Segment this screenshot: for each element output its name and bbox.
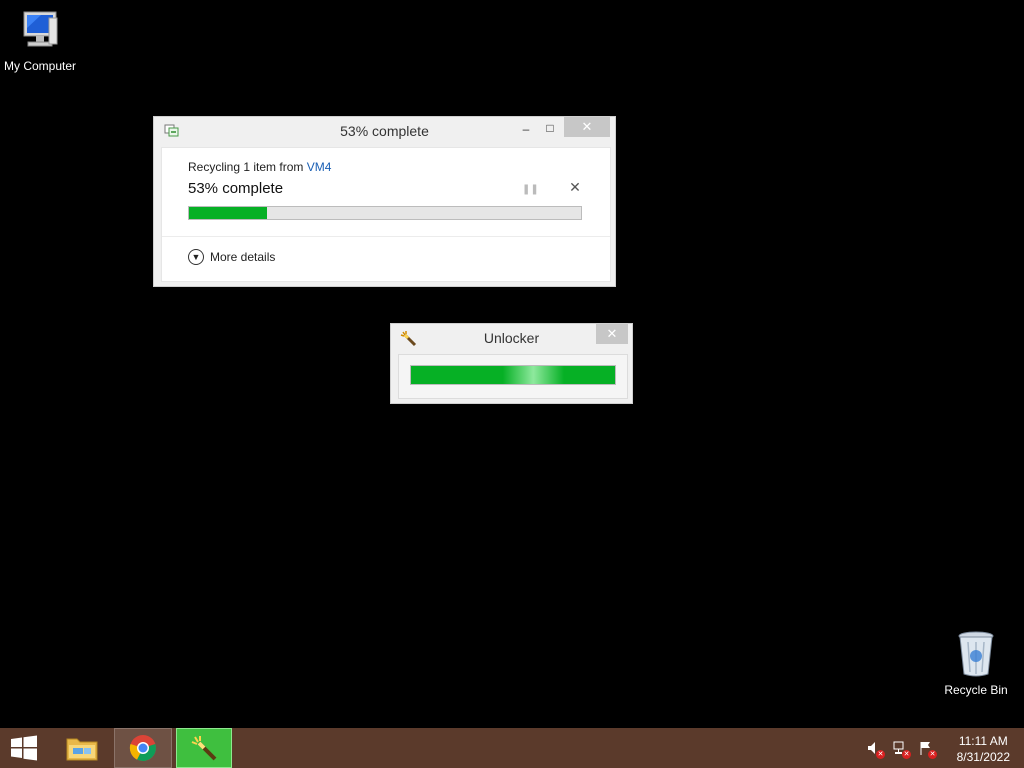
network-icon[interactable]: ✕ bbox=[892, 740, 911, 759]
maximize-button[interactable]: □ bbox=[540, 118, 560, 138]
marquee-progress-bar bbox=[410, 365, 616, 385]
taskbar-chrome[interactable] bbox=[114, 728, 172, 768]
desktop-icon-label: My Computer bbox=[3, 59, 77, 73]
progress-bar bbox=[188, 206, 582, 220]
progress-content: Recycling 1 item from VM4 53% complete ❚… bbox=[161, 147, 611, 282]
monitor-icon bbox=[23, 11, 58, 47]
start-button[interactable] bbox=[0, 728, 48, 768]
desktop-icon-label: Recycle Bin bbox=[944, 683, 1008, 697]
folder-icon bbox=[66, 738, 98, 761]
taskbar: ✕ ✕ ✕ 11:11 AM 8/31/2022 bbox=[0, 728, 1024, 768]
chevron-down-icon: ▼ bbox=[188, 249, 204, 265]
progress-bar-fill bbox=[189, 207, 268, 219]
taskbar-file-explorer[interactable] bbox=[56, 728, 108, 768]
close-button[interactable]: ✕ bbox=[564, 117, 610, 137]
chrome-icon bbox=[129, 735, 156, 762]
source-location-link[interactable]: VM4 bbox=[307, 160, 332, 174]
operation-description: Recycling 1 item from VM4 bbox=[188, 160, 331, 174]
desktop-icon-recycle-bin[interactable]: Recycle Bin bbox=[936, 630, 1016, 697]
system-tray: ✕ ✕ ✕ bbox=[866, 728, 937, 768]
divider bbox=[162, 236, 610, 237]
minimize-button[interactable]: – bbox=[516, 119, 536, 139]
speaker-muted-icon[interactable]: ✕ bbox=[866, 740, 885, 759]
action-center-flag-icon[interactable]: ✕ bbox=[918, 740, 937, 759]
desktop: My Computer Recycle Bin 53% complete – □… bbox=[0, 0, 1024, 728]
unlocker-content bbox=[398, 354, 628, 399]
recycle-progress-dialog: 53% complete – □ ✕ Recycling 1 item from… bbox=[153, 116, 616, 287]
title-bar[interactable]: 53% complete – □ ✕ bbox=[154, 117, 615, 145]
taskbar-clock[interactable]: 11:11 AM 8/31/2022 bbox=[957, 733, 1010, 765]
windows-logo-icon bbox=[11, 735, 37, 761]
unlocker-window: Unlocker ✕ bbox=[390, 323, 633, 404]
marquee-progress-fill bbox=[411, 366, 615, 384]
pause-icon[interactable]: ❚❚ bbox=[522, 184, 539, 195]
more-details-toggle[interactable]: ▼ More details bbox=[188, 249, 275, 265]
clock-date: 8/31/2022 bbox=[956, 750, 1010, 764]
desktop-icon-my-computer[interactable]: My Computer bbox=[0, 8, 80, 73]
recycle-bin-icon bbox=[958, 631, 994, 677]
taskbar-unlocker[interactable] bbox=[176, 728, 232, 768]
title-bar[interactable]: Unlocker ✕ bbox=[391, 324, 632, 352]
operation-text: Recycling 1 item from bbox=[188, 160, 307, 174]
wand-icon bbox=[191, 736, 217, 761]
percent-complete-text: 53% complete bbox=[188, 180, 284, 197]
more-details-label: More details bbox=[210, 250, 276, 264]
cancel-operation-icon[interactable]: ✕ bbox=[568, 180, 582, 194]
close-button[interactable]: ✕ bbox=[596, 324, 628, 344]
clock-time: 11:11 AM bbox=[958, 734, 1008, 748]
